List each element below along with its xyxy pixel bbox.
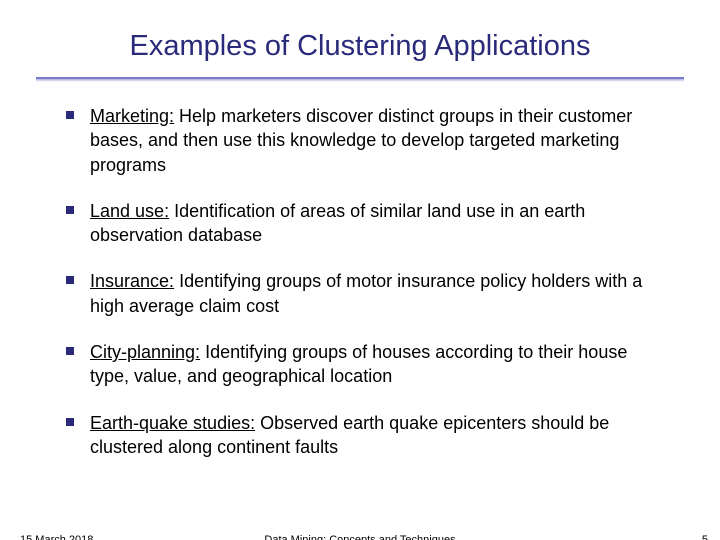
title-rule	[36, 77, 684, 82]
slide: Examples of Clustering Applications Mark…	[0, 0, 720, 540]
list-item-term: Insurance:	[90, 271, 174, 291]
footer-center: Data Mining: Concepts and Techniques	[0, 534, 720, 540]
list-item-term: City-planning:	[90, 342, 200, 362]
list-item: Land use: Identification of areas of sim…	[62, 199, 670, 248]
bullet-list: Marketing: Help marketers discover disti…	[50, 104, 670, 459]
list-item: City-planning: Identifying groups of hou…	[62, 340, 670, 389]
footer-page-number: 5	[702, 534, 708, 540]
list-item-term: Land use:	[90, 201, 169, 221]
list-item: Insurance: Identifying groups of motor i…	[62, 269, 670, 318]
list-item-term: Marketing:	[90, 106, 174, 126]
list-item-term: Earth-quake studies:	[90, 413, 255, 433]
slide-title: Examples of Clustering Applications	[50, 20, 670, 77]
list-item: Marketing: Help marketers discover disti…	[62, 104, 670, 177]
list-item: Earth-quake studies: Observed earth quak…	[62, 411, 670, 460]
